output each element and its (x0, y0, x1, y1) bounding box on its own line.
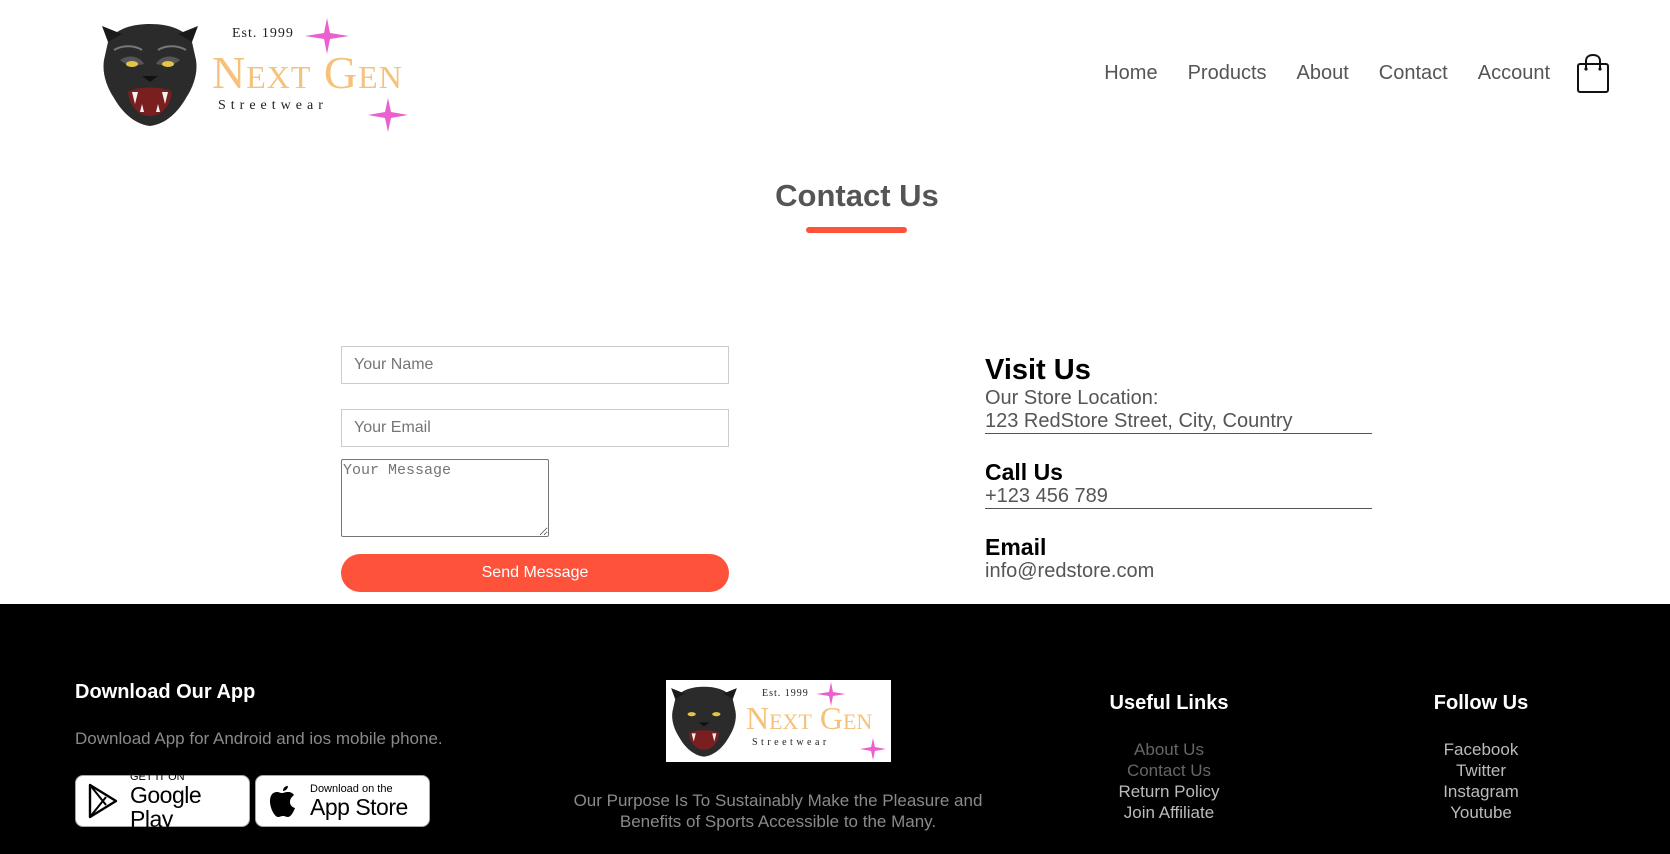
app-store-badge[interactable]: Download on the App Store (255, 775, 430, 827)
footer-link-join-affiliate[interactable]: Join Affiliate (1068, 802, 1270, 823)
google-play-badge[interactable]: GET IT ON Google Play (75, 770, 250, 831)
footer-link-return-policy[interactable]: Return Policy (1068, 781, 1270, 802)
nav-products[interactable]: Products (1188, 62, 1267, 85)
download-app-description: Download App for Android and ios mobile … (75, 729, 443, 748)
sparkle-icon (368, 98, 408, 132)
useful-links-column: Useful Links About Us Contact Us Return … (1068, 692, 1270, 823)
send-message-button[interactable]: Send Message (341, 554, 729, 592)
app-store-big-text: App Store (310, 793, 408, 820)
call-us-heading: Call Us (985, 459, 1063, 485)
footer-logo: Est. 1999 Next Gen Streetwear (666, 680, 891, 762)
email-heading: Email (985, 534, 1047, 560)
email-input[interactable] (341, 409, 729, 447)
footer-link-about-us[interactable]: About Us (1068, 739, 1270, 760)
footer-link-instagram[interactable]: Instagram (1391, 781, 1571, 802)
store-location-label: Our Store Location: (985, 387, 1159, 409)
footer-link-contact-us[interactable]: Contact Us (1068, 760, 1270, 781)
shopping-bag-icon[interactable] (1576, 54, 1610, 94)
brand-logo[interactable]: Est. 1999 Next Gen Streetwear (100, 18, 420, 133)
nav-contact[interactable]: Contact (1379, 62, 1448, 85)
store-address: 123 RedStore Street, City, Country (985, 410, 1372, 434)
follow-us-column: Follow Us Facebook Twitter Instagram You… (1391, 692, 1571, 823)
logo-sub-text: Streetwear (218, 98, 328, 113)
call-us-block: Call Us +123 456 789 (985, 459, 1372, 509)
email-block: Email info@redstore.com (985, 534, 1372, 583)
title-underline (806, 227, 907, 233)
phone-number: +123 456 789 (985, 485, 1372, 509)
useful-links-title: Useful Links (1109, 692, 1229, 714)
panther-logo-icon (102, 24, 198, 126)
visit-us-heading: Visit Us (985, 354, 1091, 386)
main-nav: Home Products About Contact Account (1104, 62, 1550, 85)
panther-logo-icon (671, 686, 737, 757)
site-footer: Download Our App Download App for Androi… (0, 604, 1670, 854)
download-app-title: Download Our App (75, 681, 256, 703)
google-play-big-text: Google Play (130, 781, 202, 832)
site-header: Est. 1999 Next Gen Streetwear Home Produ… (0, 0, 1670, 150)
footer-purpose-text: Our Purpose Is To Sustainably Make the P… (573, 791, 983, 831)
footer-link-twitter[interactable]: Twitter (1391, 760, 1571, 781)
follow-us-title: Follow Us (1433, 692, 1529, 714)
google-play-small-text: GET IT ON (130, 770, 185, 783)
nav-about[interactable]: About (1297, 62, 1349, 85)
nav-home[interactable]: Home (1104, 62, 1157, 85)
name-input[interactable] (341, 346, 729, 384)
app-store-small-text: Download on the (310, 782, 393, 795)
footer-logo-sub: Streetwear (752, 737, 830, 748)
email-address: info@redstore.com (985, 560, 1155, 582)
footer-logo-est: Est. 1999 (762, 688, 809, 699)
google-play-icon (88, 783, 118, 819)
sparkle-icon (305, 18, 349, 54)
footer-link-youtube[interactable]: Youtube (1391, 802, 1571, 823)
message-textarea[interactable] (341, 459, 549, 537)
page-title: Contact Us (775, 178, 939, 213)
apple-icon (270, 786, 295, 817)
footer-link-facebook[interactable]: Facebook (1391, 739, 1571, 760)
footer-logo-brand: Next Gen (746, 700, 873, 736)
logo-est-text: Est. 1999 (232, 26, 294, 41)
visit-us-block: Visit Us Our Store Location: 123 RedStor… (985, 353, 1372, 434)
sparkle-icon (860, 738, 886, 760)
sparkle-icon (816, 682, 846, 706)
nav-account[interactable]: Account (1478, 62, 1550, 85)
